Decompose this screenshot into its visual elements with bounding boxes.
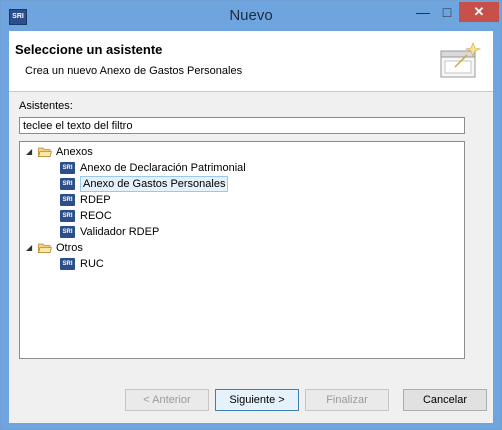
tree-item-label: RDEP (80, 194, 111, 206)
close-icon: ✕ (473, 4, 485, 19)
close-button[interactable]: ✕ (459, 2, 499, 22)
minimize-button[interactable]: — (411, 2, 435, 22)
wizard-window: SRI Nuevo — □ ✕ Seleccione un asistente … (0, 0, 502, 430)
sri-badge-icon: SRI (60, 178, 75, 190)
sri-badge-icon: SRI (60, 226, 75, 238)
maximize-button[interactable]: □ (435, 2, 459, 22)
sri-badge-icon: SRI (60, 162, 75, 174)
cancel-button[interactable]: Cancelar (403, 389, 487, 411)
folder-open-icon (38, 243, 52, 253)
sri-badge-icon: SRI (60, 194, 75, 206)
window-bottom-border (1, 423, 501, 429)
expand-arrow-icon[interactable]: ◢ (26, 144, 36, 160)
minimize-icon: — (416, 4, 430, 20)
tree-group-label: Anexos (56, 146, 93, 158)
tree-item-label: Validador RDEP (80, 226, 160, 238)
finish-button[interactable]: Finalizar (305, 389, 389, 411)
expand-arrow-icon[interactable]: ◢ (26, 240, 36, 256)
wizard-header: Seleccione un asistente Crea un nuevo An… (9, 31, 493, 92)
asistentes-label: Asistentes: (19, 100, 73, 112)
tree-item-label: Anexo de Gastos Personales (80, 176, 229, 192)
tree-item-label: Anexo de Declaración Patrimonial (80, 162, 246, 174)
title-bar[interactable]: SRI Nuevo — □ ✕ (1, 1, 501, 31)
dialog-client-area: Seleccione un asistente Crea un nuevo An… (9, 31, 493, 423)
header-description: Crea un nuevo Anexo de Gastos Personales (25, 65, 243, 77)
folder-open-icon (38, 147, 52, 157)
tree-item-label: RUC (80, 258, 104, 270)
wizard-tree[interactable]: ◢ Anexos SRI Anexo de Declaración Patrim… (19, 141, 465, 359)
filter-input[interactable] (19, 117, 465, 134)
header-title: Seleccione un asistente (15, 42, 163, 57)
tree-item-label: REOC (80, 210, 112, 222)
wizard-banner-icon (440, 42, 482, 78)
maximize-icon: □ (442, 4, 452, 20)
sri-badge-icon: SRI (60, 258, 75, 270)
next-button[interactable]: Siguiente > (215, 389, 299, 411)
sri-badge-icon: SRI (60, 210, 75, 222)
back-button[interactable]: < Anterior (125, 389, 209, 411)
tree-group-label: Otros (56, 242, 83, 254)
